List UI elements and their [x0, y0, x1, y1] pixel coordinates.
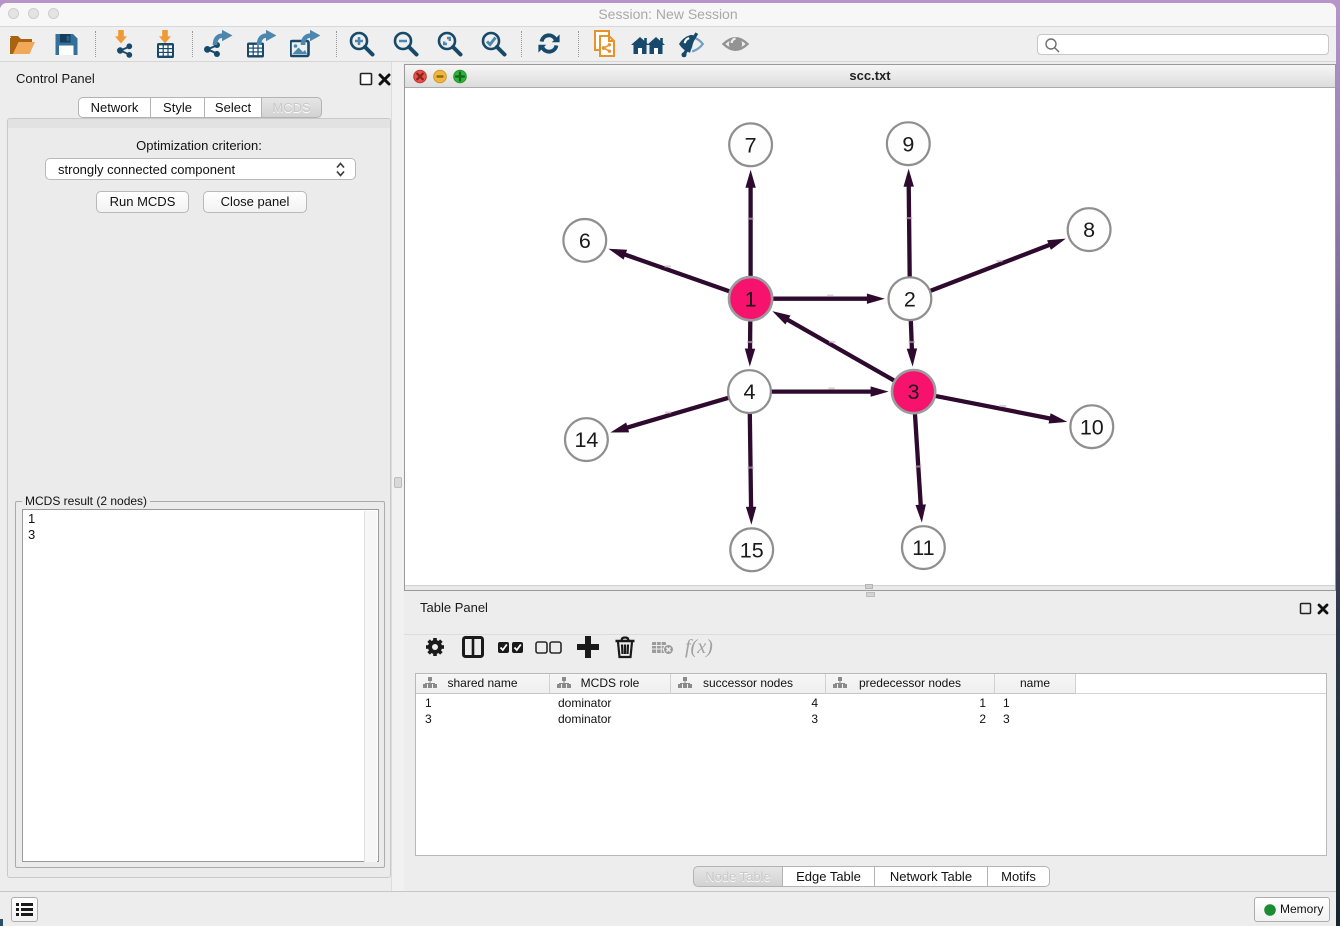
svg-text:4: 4: [744, 380, 756, 404]
svg-text:f(x): f(x): [685, 637, 713, 658]
svg-text:15: 15: [740, 538, 764, 562]
svg-text:14: 14: [574, 428, 598, 452]
svg-text:7: 7: [745, 133, 757, 157]
svg-text:3: 3: [908, 380, 920, 404]
svg-text:1: 1: [745, 287, 757, 311]
svg-text:10: 10: [1080, 415, 1104, 439]
svg-text:9: 9: [902, 132, 914, 156]
svg-text:6: 6: [579, 229, 591, 253]
svg-text:11: 11: [912, 536, 934, 560]
svg-text:2: 2: [904, 287, 916, 311]
svg-text:8: 8: [1083, 218, 1095, 242]
